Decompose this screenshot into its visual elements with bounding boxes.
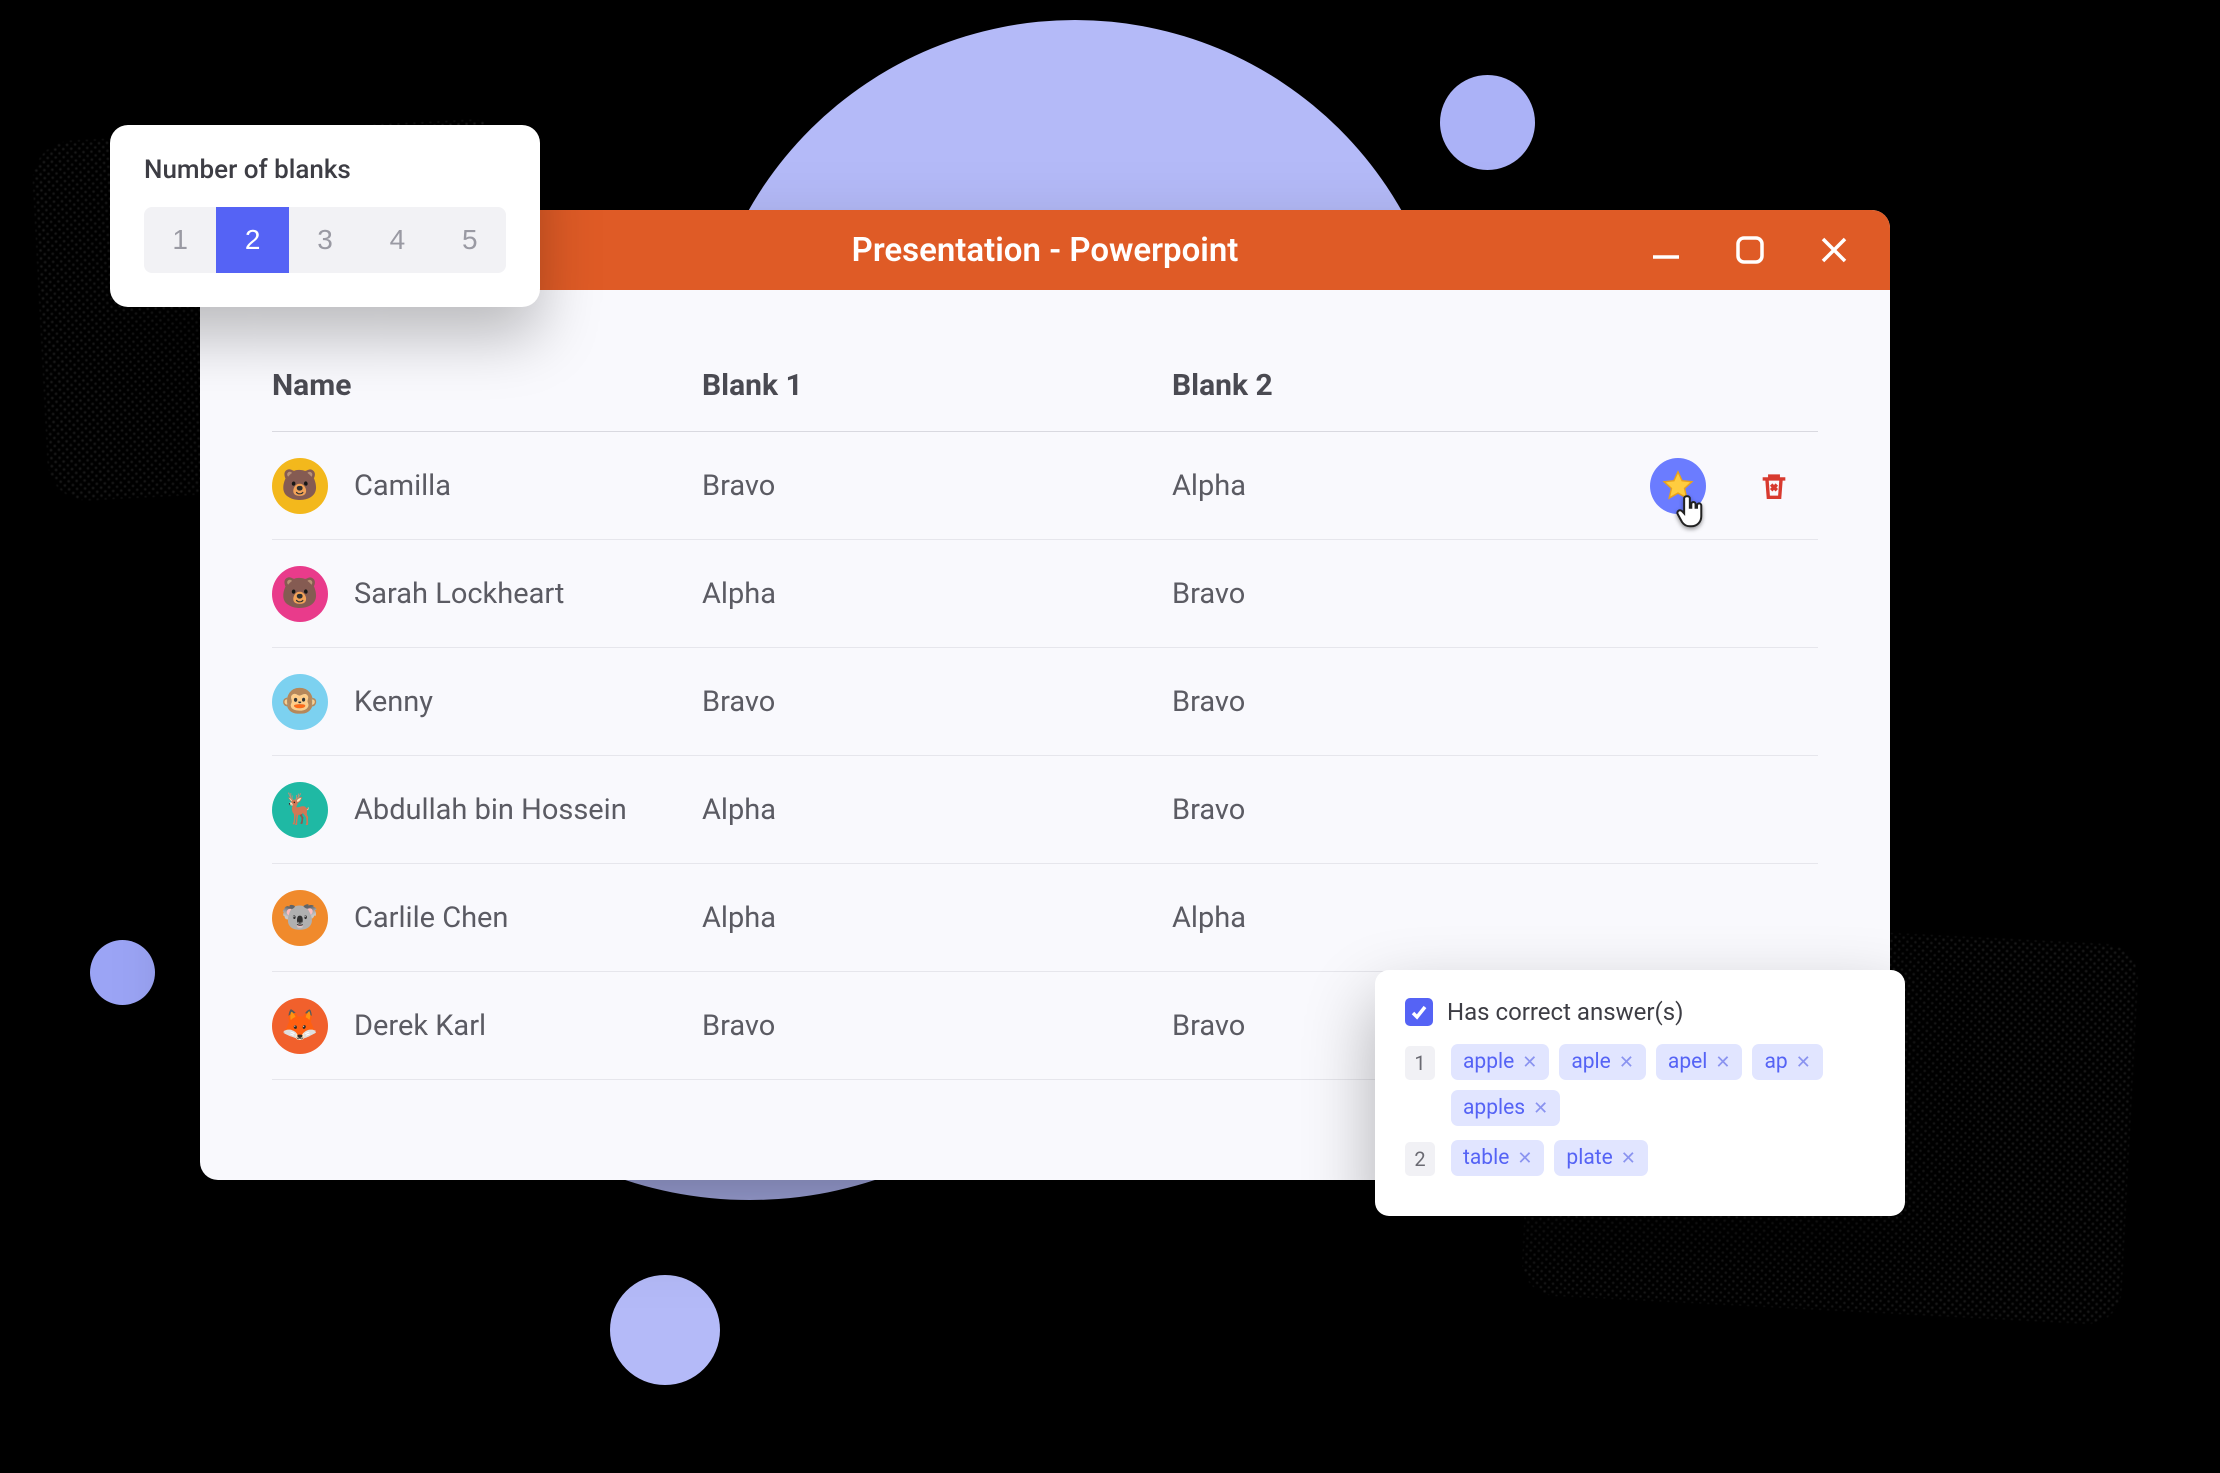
- student-name: Derek Karl: [354, 1009, 486, 1043]
- answer-chips: apple ✕ aple ✕ apel ✕ ap ✕ apples ✕: [1451, 1044, 1875, 1126]
- avatar: 🐵: [272, 674, 328, 730]
- avatar: 🐻: [272, 458, 328, 514]
- student-name: Abdullah bin Hossein: [354, 793, 627, 827]
- row-actions-cell: [1598, 648, 1818, 756]
- remove-chip-icon[interactable]: ✕: [1715, 1052, 1730, 1073]
- minimize-button[interactable]: [1648, 232, 1684, 268]
- remove-chip-icon[interactable]: ✕: [1522, 1052, 1537, 1073]
- student-name: Sarah Lockheart: [354, 577, 564, 611]
- answer-chips: table ✕ plate ✕: [1451, 1140, 1648, 1176]
- blank2-value: Alpha: [1162, 864, 1598, 972]
- decor-dot: [610, 1275, 720, 1385]
- avatar: 🐨: [272, 890, 328, 946]
- blanks-count-label: Number of blanks: [144, 155, 506, 185]
- answer-chip-label: ap: [1764, 1050, 1787, 1074]
- answer-chip[interactable]: plate ✕: [1554, 1140, 1647, 1176]
- answer-group: 2 table ✕ plate ✕: [1405, 1140, 1875, 1176]
- column-header-blank2: Blank 2: [1162, 368, 1598, 432]
- name-cell: 🐻 Sarah Lockheart: [272, 540, 692, 648]
- remove-chip-icon[interactable]: ✕: [1621, 1148, 1636, 1169]
- name-cell: 🦊 Derek Karl: [272, 972, 692, 1080]
- blank1-value: Bravo: [692, 648, 1162, 756]
- blank2-value: Alpha: [1162, 432, 1598, 540]
- blanks-option-5[interactable]: 5: [434, 207, 506, 273]
- name-cell: 🐻 Camilla: [272, 432, 692, 540]
- blank1-value: Bravo: [692, 432, 1162, 540]
- student-name: Kenny: [354, 685, 433, 719]
- star-button[interactable]: [1650, 458, 1706, 514]
- close-button[interactable]: [1816, 232, 1852, 268]
- remove-chip-icon[interactable]: ✕: [1619, 1052, 1634, 1073]
- blank1-value: Bravo: [692, 972, 1162, 1080]
- answer-chip[interactable]: apple ✕: [1451, 1044, 1549, 1080]
- answer-group-number: 1: [1405, 1046, 1435, 1080]
- delete-button[interactable]: [1754, 466, 1794, 506]
- blank1-value: Alpha: [692, 756, 1162, 864]
- table-row: 🐵 Kenny BravoBravo: [272, 648, 1818, 756]
- table-row: 🐻 Camilla BravoAlpha: [272, 432, 1818, 540]
- blanks-option-4[interactable]: 4: [361, 207, 433, 273]
- name-cell: 🦌 Abdullah bin Hossein: [272, 756, 692, 864]
- answer-group: 1 apple ✕ aple ✕ apel ✕ ap ✕ apples ✕: [1405, 1044, 1875, 1126]
- blank2-value: Bravo: [1162, 756, 1598, 864]
- avatar: 🦊: [272, 998, 328, 1054]
- blanks-option-2[interactable]: 2: [216, 207, 288, 273]
- blank2-value: Bravo: [1162, 540, 1598, 648]
- answer-chip-label: apples: [1463, 1096, 1525, 1120]
- row-actions-cell: [1598, 756, 1818, 864]
- blank1-value: Alpha: [692, 540, 1162, 648]
- remove-chip-icon[interactable]: ✕: [1533, 1098, 1548, 1119]
- blank1-value: Alpha: [692, 864, 1162, 972]
- table-row: 🐨 Carlile Chen AlphaAlpha: [272, 864, 1818, 972]
- answer-chip-label: apple: [1463, 1050, 1514, 1074]
- answer-chip-label: table: [1463, 1146, 1509, 1170]
- row-actions-cell: [1598, 540, 1818, 648]
- answer-chip[interactable]: apples ✕: [1451, 1090, 1560, 1126]
- decor-dot: [1440, 75, 1535, 170]
- blanks-option-1[interactable]: 1: [144, 207, 216, 273]
- student-name: Carlile Chen: [354, 901, 508, 935]
- avatar: 🦌: [272, 782, 328, 838]
- blanks-count-card: Number of blanks 12345: [110, 125, 540, 307]
- window-title: Presentation - Powerpoint: [852, 231, 1239, 270]
- table-row: 🐻 Sarah Lockheart AlphaBravo: [272, 540, 1818, 648]
- name-cell: 🐵 Kenny: [272, 648, 692, 756]
- cursor-hand-icon: [1674, 492, 1710, 540]
- answer-chip[interactable]: ap ✕: [1752, 1044, 1822, 1080]
- answer-group-number: 2: [1405, 1142, 1435, 1176]
- row-actions-cell: [1598, 432, 1818, 540]
- answer-chip[interactable]: aple ✕: [1559, 1044, 1646, 1080]
- column-header-blank1: Blank 1: [692, 368, 1162, 432]
- blanks-count-segmented: 12345: [144, 207, 506, 273]
- column-header-name: Name: [272, 368, 692, 432]
- avatar: 🐻: [272, 566, 328, 622]
- has-correct-answers-label: Has correct answer(s): [1447, 998, 1683, 1026]
- answer-chip-label: plate: [1566, 1146, 1612, 1170]
- has-correct-answers-checkbox[interactable]: [1405, 998, 1433, 1026]
- decor-dot: [90, 940, 155, 1005]
- answer-chip[interactable]: apel ✕: [1656, 1044, 1743, 1080]
- answer-chip-label: apel: [1668, 1050, 1707, 1074]
- answer-chip[interactable]: table ✕: [1451, 1140, 1544, 1176]
- blank2-value: Bravo: [1162, 648, 1598, 756]
- remove-chip-icon[interactable]: ✕: [1796, 1052, 1811, 1073]
- maximize-button[interactable]: [1732, 232, 1768, 268]
- blanks-option-3[interactable]: 3: [289, 207, 361, 273]
- remove-chip-icon[interactable]: ✕: [1517, 1148, 1532, 1169]
- row-actions-cell: [1598, 864, 1818, 972]
- student-name: Camilla: [354, 469, 451, 503]
- table-row: 🦌 Abdullah bin Hossein AlphaBravo: [272, 756, 1818, 864]
- correct-answers-card: Has correct answer(s) 1apple✕aple✕apel✕a…: [1375, 970, 1905, 1216]
- name-cell: 🐨 Carlile Chen: [272, 864, 692, 972]
- answer-chip-label: aple: [1571, 1050, 1610, 1074]
- window-controls: [1648, 210, 1852, 290]
